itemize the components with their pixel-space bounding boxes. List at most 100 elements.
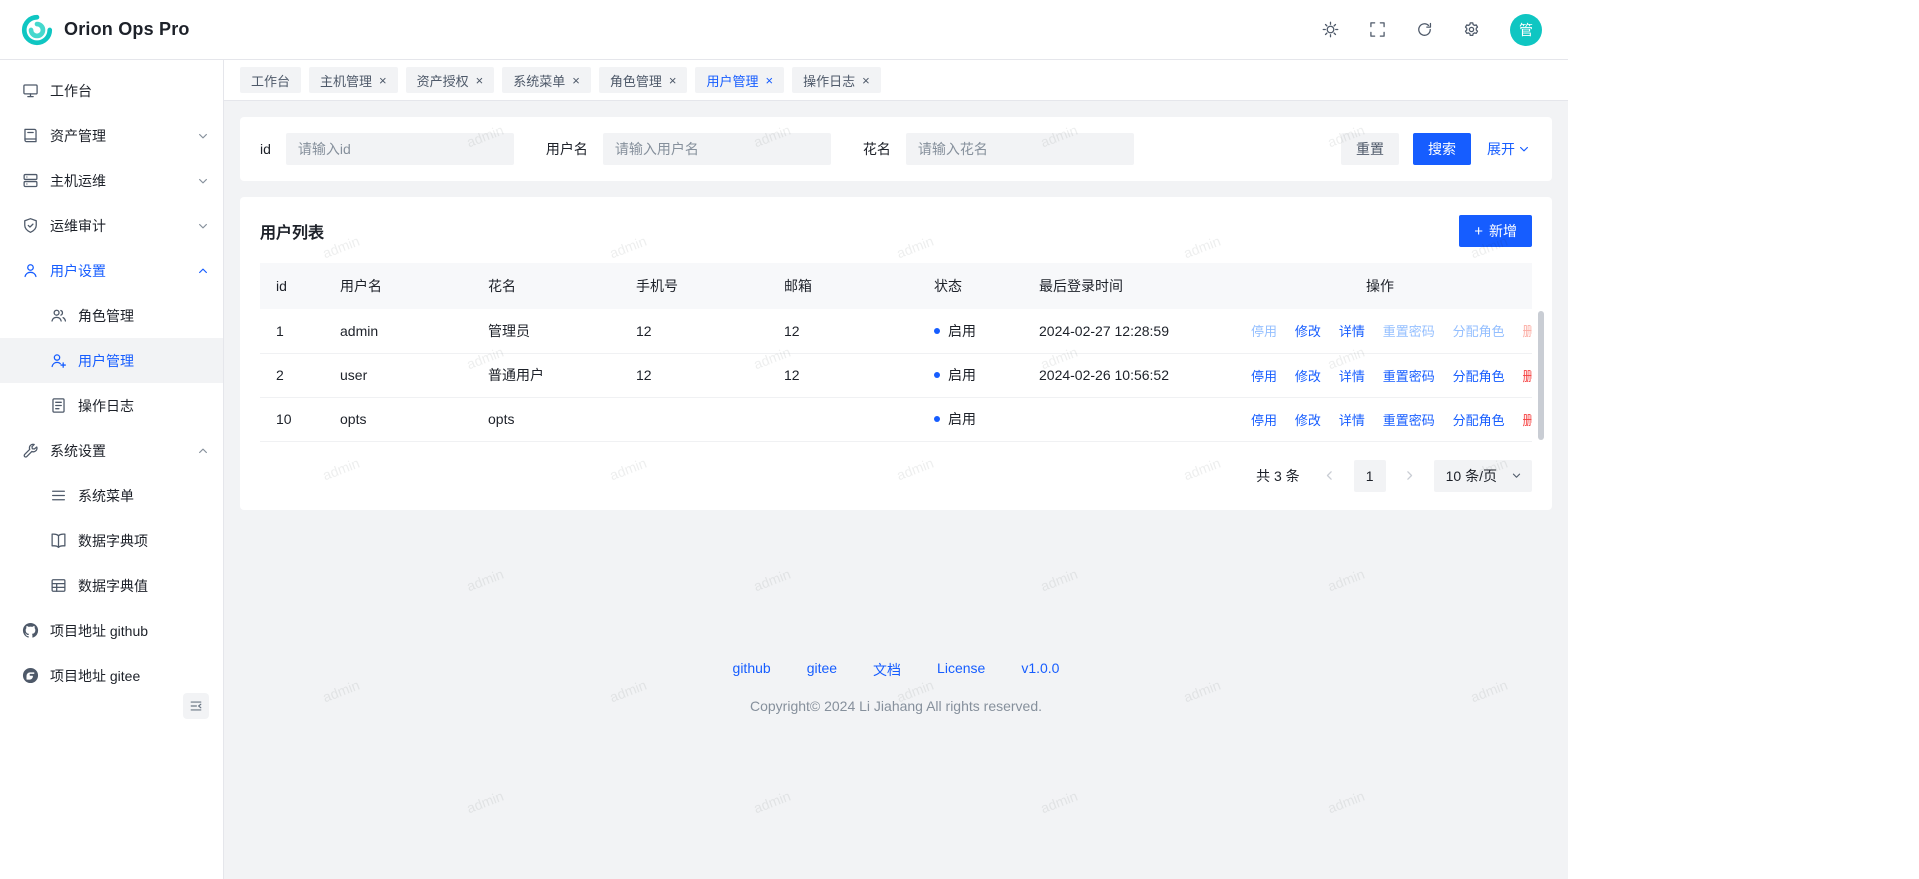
cell-nickname: opts — [472, 397, 620, 441]
user-icon — [22, 262, 39, 279]
close-icon[interactable]: × — [379, 74, 387, 87]
page-footer: github gitee 文档 License v1.0.0 Copyright… — [240, 660, 1552, 714]
detail-action[interactable]: 详情 — [1339, 369, 1365, 384]
prev-page-button[interactable] — [1316, 462, 1344, 490]
field-label: 用户名 — [546, 139, 588, 159]
table-row: 1 admin 管理员 12 12 启用 2024-02-27 12:28:59 — [260, 309, 1532, 353]
sidebar-item-label: 主机运维 — [50, 171, 106, 191]
assign-role-action[interactable]: 分配角色 — [1453, 369, 1505, 384]
tab-workbench[interactable]: 工作台 — [240, 67, 301, 93]
sidebar-item-user-settings[interactable]: 用户设置 — [0, 248, 223, 293]
page-size-select[interactable]: 10 条/页 — [1434, 460, 1532, 492]
disable-action[interactable]: 停用 — [1251, 369, 1277, 384]
expand-button[interactable]: 展开 — [1485, 133, 1532, 165]
delete-action[interactable]: 删除 — [1523, 413, 1532, 428]
cell-status: 启用 — [918, 397, 1023, 441]
sidebar-item-host-ops[interactable]: 主机运维 — [0, 158, 223, 203]
sidebar-item-gitee-link[interactable]: 项目地址 gitee — [0, 653, 223, 698]
sidebar-item-workbench[interactable]: 工作台 — [0, 68, 223, 113]
sidebar-item-github-link[interactable]: 项目地址 github — [0, 608, 223, 653]
tab-role-management[interactable]: 角色管理 × — [599, 67, 688, 93]
fullscreen-icon[interactable] — [1369, 21, 1386, 38]
sidebar-item-label: 用户设置 — [50, 261, 106, 281]
cell-mobile: 12 — [620, 309, 768, 353]
sidebar-item-label: 系统菜单 — [78, 486, 134, 506]
disable-action[interactable]: 停用 — [1251, 413, 1277, 428]
next-page-button[interactable] — [1396, 462, 1424, 490]
status-badge: 启用 — [948, 365, 976, 385]
header-actions: 管 — [1322, 14, 1542, 46]
tab-asset-authorization[interactable]: 资产授权 × — [406, 67, 495, 93]
edit-action[interactable]: 修改 — [1295, 413, 1321, 428]
tab-user-management[interactable]: 用户管理 × — [695, 67, 784, 93]
close-icon[interactable]: × — [669, 74, 677, 87]
assign-role-action[interactable]: 分配角色 — [1453, 324, 1505, 339]
sidebar-item-user-management[interactable]: 用户管理 — [0, 338, 223, 383]
col-actions: 操作 — [1228, 263, 1532, 309]
sidebar-item-assets[interactable]: 资产管理 — [0, 113, 223, 158]
nickname-input[interactable] — [906, 133, 1134, 165]
detail-action[interactable]: 详情 — [1339, 413, 1365, 428]
close-icon[interactable]: × — [476, 74, 484, 87]
sidebar-item-dict-values[interactable]: 数据字典值 — [0, 563, 223, 608]
page-number-1[interactable]: 1 — [1354, 460, 1386, 492]
detail-action[interactable]: 详情 — [1339, 324, 1365, 339]
copyright-text: Copyright© 2024 Li Jiahang All rights re… — [240, 698, 1552, 714]
delete-action[interactable]: 删除 — [1523, 324, 1532, 339]
tab-operation-logs[interactable]: 操作日志 × — [792, 67, 881, 93]
sidebar-item-role-management[interactable]: 角色管理 — [0, 293, 223, 338]
reset-password-action[interactable]: 重置密码 — [1383, 413, 1435, 428]
disable-action[interactable]: 停用 — [1251, 324, 1277, 339]
cell-email: 12 — [768, 309, 918, 353]
edit-action[interactable]: 修改 — [1295, 324, 1321, 339]
reset-password-action[interactable]: 重置密码 — [1383, 369, 1435, 384]
footer-link-license[interactable]: License — [937, 660, 985, 680]
pagination: 共 3 条 1 10 条/页 — [260, 460, 1532, 492]
refresh-icon[interactable] — [1416, 21, 1433, 38]
table-header-row: id 用户名 花名 手机号 邮箱 状态 最后登录时间 操作 — [260, 263, 1532, 309]
reset-button[interactable]: 重置 — [1341, 133, 1399, 165]
cell-username: opts — [324, 397, 472, 441]
theme-toggle-icon[interactable] — [1322, 21, 1339, 38]
gitee-icon — [22, 667, 39, 684]
sidebar-collapse-button[interactable] — [183, 693, 209, 719]
app-logo-icon — [20, 13, 54, 47]
assign-role-action[interactable]: 分配角色 — [1453, 413, 1505, 428]
cell-username: user — [324, 353, 472, 397]
footer-link-docs[interactable]: 文档 — [873, 660, 901, 680]
search-field-id: id — [260, 133, 514, 165]
table-wrap: id 用户名 花名 手机号 邮箱 状态 最后登录时间 操作 — [260, 263, 1532, 442]
close-icon[interactable]: × — [765, 74, 773, 87]
footer-link-version[interactable]: v1.0.0 — [1021, 660, 1059, 680]
table-scrollbar[interactable] — [1538, 311, 1544, 440]
tab-label: 操作日志 — [803, 71, 855, 90]
sidebar-item-operation-logs[interactable]: 操作日志 — [0, 383, 223, 428]
field-label: 花名 — [863, 139, 891, 159]
tab-host-management[interactable]: 主机管理 × — [309, 67, 398, 93]
settings-gear-icon[interactable] — [1463, 21, 1480, 38]
footer-link-gitee[interactable]: gitee — [807, 660, 837, 680]
tab-label: 资产授权 — [417, 71, 469, 90]
sidebar-item-audit[interactable]: 运维审计 — [0, 203, 223, 248]
table-grid-icon — [50, 577, 67, 594]
username-input[interactable] — [603, 133, 831, 165]
reset-password-action[interactable]: 重置密码 — [1383, 324, 1435, 339]
sidebar-item-system-menu[interactable]: 系统菜单 — [0, 473, 223, 518]
user-avatar[interactable]: 管 — [1510, 14, 1542, 46]
table-row: 2 user 普通用户 12 12 启用 2024-02-26 10:56:52 — [260, 353, 1532, 397]
close-icon[interactable]: × — [862, 74, 870, 87]
tab-label: 用户管理 — [706, 71, 758, 90]
footer-link-github[interactable]: github — [733, 660, 771, 680]
search-button[interactable]: 搜索 — [1413, 133, 1471, 165]
close-icon[interactable]: × — [572, 74, 580, 87]
cell-last-login: 2024-02-26 10:56:52 — [1023, 353, 1228, 397]
sidebar-item-system-settings[interactable]: 系统设置 — [0, 428, 223, 473]
sidebar-item-dict-items[interactable]: 数据字典项 — [0, 518, 223, 563]
edit-action[interactable]: 修改 — [1295, 369, 1321, 384]
add-user-button[interactable]: + 新增 — [1459, 215, 1532, 247]
tab-system-menu[interactable]: 系统菜单 × — [502, 67, 591, 93]
cell-email — [768, 397, 918, 441]
expand-label: 展开 — [1487, 139, 1515, 159]
id-input[interactable] — [286, 133, 514, 165]
delete-action[interactable]: 删除 — [1523, 369, 1532, 384]
